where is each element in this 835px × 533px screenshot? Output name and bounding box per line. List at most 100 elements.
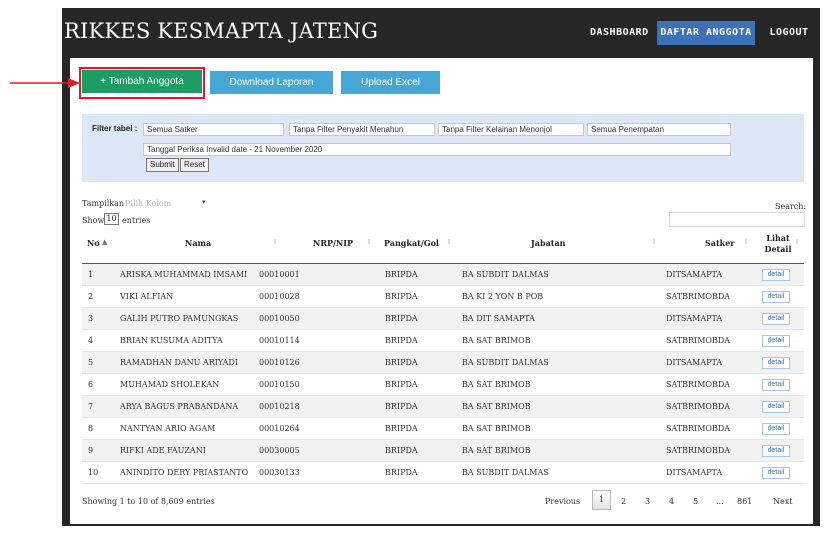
detail-button[interactable]: detail (762, 335, 790, 347)
cell-satker: DITSAMAPTA (666, 314, 723, 323)
pagination-page[interactable]: 2 (621, 497, 626, 506)
page-length-select[interactable]: 10 (104, 213, 119, 225)
nav-daftar-anggota[interactable]: DAFTAR ANGGOTA (657, 21, 755, 45)
cell-nrp: 00010126 (259, 358, 300, 367)
cell-jabatan: BA KI 2 YON B POB (462, 292, 544, 301)
cell-pangkat: BRIPDA (385, 314, 418, 323)
pagination-page[interactable]: 3 (645, 497, 650, 506)
brand-title: RIKKES KESMAPTA JATENG (64, 19, 379, 43)
col-header-no[interactable]: No (87, 238, 100, 248)
cell-nrp: 00010114 (259, 336, 300, 345)
filter-penempatan-select[interactable]: Semua Penempatan (587, 123, 731, 136)
pagination-next[interactable]: Next (773, 497, 792, 506)
cell-nrp: 00010001 (259, 270, 300, 279)
pagination-ellipsis: ... (716, 497, 724, 506)
col-header-detail[interactable]: Lihat Detail (763, 233, 793, 255)
cell-no: 9 (88, 446, 94, 455)
cell-jabatan: BA SUBDIT DALMAS (462, 468, 549, 477)
nav-logout[interactable]: LOGOUT (769, 21, 809, 45)
col-header-jabatan[interactable]: Jabatan (531, 238, 565, 248)
cell-nama: GALIH PUTRO PAMUNGKAS (120, 314, 239, 323)
reset-button[interactable]: Reset (180, 158, 209, 172)
col-header-nrp[interactable]: NRP/NIP (313, 238, 353, 248)
cell-no: 10 (88, 468, 99, 477)
table-row: 7 ARYA BAGUS PRABANDANA 00010218 BRIPDA BA S… (82, 396, 804, 418)
filter-satker-select[interactable]: Semua Satker (143, 123, 284, 136)
pagination-page[interactable]: 5 (693, 497, 698, 506)
cell-pangkat: BRIPDA (385, 270, 418, 279)
col-header-satker[interactable]: Satker (705, 238, 735, 248)
cell-nrp: 00010218 (259, 402, 300, 411)
detail-button[interactable]: detail (762, 445, 790, 457)
cell-nama: RIFKI ADE FAUZANI (120, 446, 206, 455)
cell-satker: SATBRIMOBDA (666, 424, 731, 433)
filter-kelainan-select[interactable]: Tanpa Filter Kelainan Menonjol (438, 123, 584, 136)
add-member-button[interactable]: + Tambah Anggota (82, 70, 202, 93)
cell-pangkat: BRIPDA (385, 402, 418, 411)
table-row: 8 NANTYAN ARIO AGAM 00010264 BRIPDA BA SAT B… (82, 418, 804, 440)
pagination-page-last[interactable]: 861 (737, 497, 752, 506)
pagination-page[interactable]: 4 (669, 497, 674, 506)
submit-button[interactable]: Submit (146, 158, 179, 172)
cell-jabatan: BA SUBDIT DALMAS (462, 270, 549, 279)
cell-satker: SATBRIMOBDA (666, 446, 731, 455)
member-table-body: 1 ARISKA MUHAMMAD IMSAMI 00010001 BRIPDA BA … (82, 264, 804, 484)
detail-button[interactable]: detail (762, 269, 790, 281)
table-row: 10 ANINDITO DERY PRIASTANTO 00030133 BRIPDA… (82, 462, 804, 484)
cell-no: 4 (88, 336, 94, 345)
table-row: 1 ARISKA MUHAMMAD IMSAMI 00010001 BRIPDA BA … (82, 264, 804, 286)
filter-label: Filter tabel : (92, 124, 138, 133)
cell-jabatan: BA SAT BRIMOB (462, 424, 531, 433)
cell-satker: DITSAMAPTA (666, 468, 723, 477)
cell-nama: ARYA BAGUS PRABANDANA (120, 402, 239, 411)
cell-nrp: 00030133 (259, 468, 300, 477)
detail-button[interactable]: detail (762, 401, 790, 413)
col-header-pangkat[interactable]: Pangkat/Gol (384, 238, 439, 248)
detail-button[interactable]: detail (762, 379, 790, 391)
cell-jabatan: BA SAT BRIMOB (462, 402, 531, 411)
filter-penyakit-select[interactable]: Tanpa Filter Penyakit Menahun (289, 123, 435, 136)
entries-info: Showing 1 to 10 of 8,609 entries (82, 497, 215, 506)
caret-down-icon[interactable]: ▾ (202, 198, 206, 206)
cell-pangkat: BRIPDA (385, 380, 418, 389)
detail-button[interactable]: detail (762, 313, 790, 325)
cell-jabatan: BA SAT BRIMOB (462, 336, 531, 345)
sort-icon: ⇕ (272, 238, 278, 246)
nav-dashboard[interactable]: DASHBOARD (590, 21, 648, 45)
cell-no: 5 (88, 358, 94, 367)
detail-button[interactable]: detail (762, 357, 790, 369)
detail-button[interactable]: detail (762, 291, 790, 303)
detail-button[interactable]: detail (762, 423, 790, 435)
search-label: Search: (775, 202, 807, 211)
search-input[interactable] (669, 212, 805, 227)
cell-satker: SATBRIMOBDA (666, 292, 731, 301)
cell-no: 3 (88, 314, 94, 323)
cell-pangkat: BRIPDA (385, 446, 418, 455)
cell-no: 8 (88, 424, 94, 433)
cell-jabatan: BA SUBDIT DALMAS (462, 358, 549, 367)
cell-pangkat: BRIPDA (385, 468, 418, 477)
sort-asc-icon: ▲ (102, 238, 108, 246)
col-header-nama[interactable]: Nama (185, 238, 211, 248)
cell-pangkat: BRIPDA (385, 336, 418, 345)
cell-nama: RAMADHAN DANU ARIYADI (120, 358, 238, 367)
column-picker-select[interactable]: Pilih Kolom (125, 199, 171, 208)
pagination-page-current[interactable]: 1 (592, 490, 611, 510)
table-row: 6 MUHAMAD SHOLEKAN 00010150 BRIPDA BA SAT BR… (82, 374, 804, 396)
upload-excel-button[interactable]: Upload Excel (341, 71, 440, 94)
show-label: Show (82, 216, 105, 225)
cell-pangkat: BRIPDA (385, 292, 418, 301)
cell-satker: DITSAMAPTA (666, 358, 723, 367)
pointer-arrow-icon (10, 78, 80, 88)
cell-nama: ANINDITO DERY PRIASTANTO (120, 468, 249, 477)
table-row: 5 RAMADHAN DANU ARIYADI 00010126 BRIPDA BA S… (82, 352, 804, 374)
table-row: 9 RIFKI ADE FAUZANI 00030005 BRIPDA BA SAT B… (82, 440, 804, 462)
cell-satker: SATBRIMOBDA (666, 380, 731, 389)
detail-button[interactable]: detail (762, 467, 790, 479)
sort-icon: ⇕ (651, 238, 657, 246)
download-report-button[interactable]: Download Laporan (210, 71, 333, 94)
cell-nrp: 00010028 (259, 292, 300, 301)
sort-icon: ⇕ (743, 238, 749, 246)
pagination-previous[interactable]: Previous (545, 497, 580, 506)
filter-date-range-input[interactable]: Tanggal Periksa Invalid date - 21 Novemb… (143, 143, 731, 156)
